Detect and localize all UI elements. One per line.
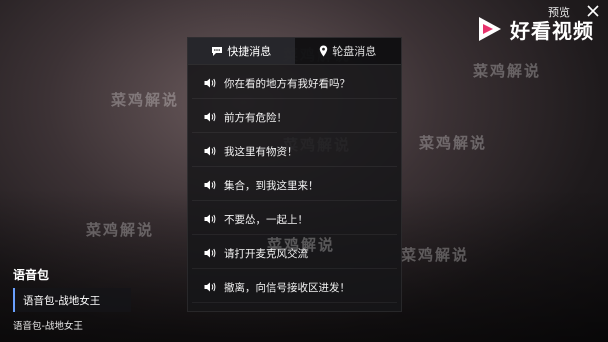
message-list: 你在看的地方有我好看吗？ 前方有危险！ 我这里有物资！ 集合，到我这里来！ 不要… [188,68,401,303]
speaker-icon [204,180,216,190]
message-item[interactable]: 不要怂，一起上！ [192,204,397,235]
message-item[interactable]: 我这里有物资！ [192,136,397,167]
speaker-icon [204,112,216,122]
speaker-icon [204,248,216,258]
speaker-icon [204,214,216,224]
message-text: 前方有危险！ [224,111,287,124]
message-text: 请打开麦克风交流 [224,247,308,260]
tab-quick-messages[interactable]: 快捷消息 [188,38,295,64]
brand-logo: 好看视频 [474,14,594,44]
tab-wheel-messages[interactable]: 轮盘消息 [295,38,402,64]
location-pin-icon [320,45,328,57]
voice-pack-title: 语音包 [13,268,50,282]
voice-pack-caption: 语音包-战地女王 [13,321,83,332]
brand-name: 好看视频 [510,18,594,43]
speaker-icon [204,282,216,292]
message-item[interactable]: 前方有危险！ [192,102,397,133]
message-item[interactable]: 请打开麦克风交流 [192,238,397,269]
chat-bubble-icon [212,46,223,56]
message-text: 集合，到我这里来！ [224,179,319,192]
message-text: 撤离，向信号接收区进发！ [224,281,350,294]
message-text: 你在看的地方有我好看吗？ [224,77,350,90]
tab-label: 快捷消息 [227,45,272,58]
voice-pack-selector[interactable]: 语音包-战地女王 [13,288,131,312]
message-item[interactable]: 你在看的地方有我好看吗？ [192,68,397,99]
message-text: 不要怂，一起上！ [224,213,308,226]
message-tabs: 快捷消息 轮盘消息 [188,38,401,65]
message-text: 我这里有物资！ [224,145,298,158]
speaker-icon [204,146,216,156]
message-item[interactable]: 撤离，向信号接收区进发！ [192,272,397,303]
message-item[interactable]: 集合，到我这里来！ [192,170,397,201]
play-logo-icon [479,17,501,41]
speaker-icon [204,78,216,88]
tab-label: 轮盘消息 [332,45,377,58]
quick-message-panel: 快捷消息 轮盘消息 你在看的地方有我好看吗？ 前方有危险！ 我这里有物资！ 集合… [187,37,402,312]
